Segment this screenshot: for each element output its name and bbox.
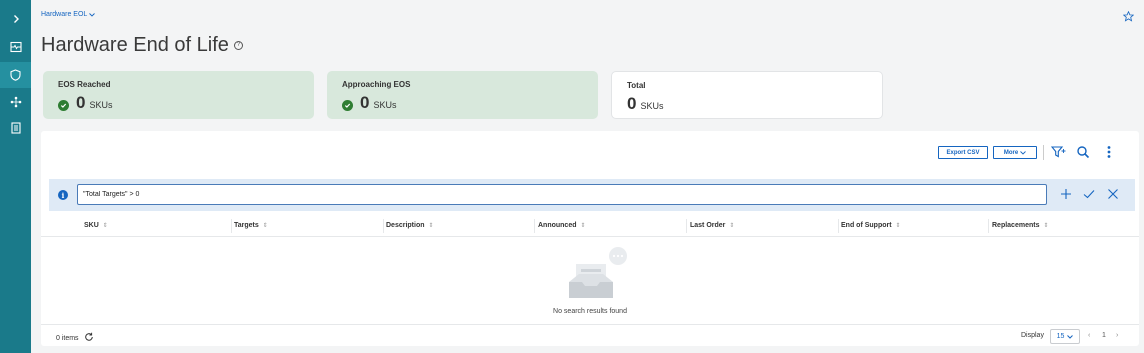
sort-icon: ⇕ [1043,223,1049,229]
filter-button[interactable] [1050,145,1067,164]
chevron-left-icon: ‹ [1088,332,1091,339]
card-label: Total [627,81,646,90]
column-divider [231,219,232,233]
toolbar-divider [1043,145,1044,160]
prev-page-button[interactable]: ‹ [1088,332,1090,339]
column-label: SKU [84,222,99,229]
check-circle-icon [342,100,353,111]
check-icon [1083,190,1095,199]
column-label: Last Order [690,222,726,229]
card-value: 0 [76,93,86,112]
next-page-button[interactable]: › [1116,332,1118,339]
sidebar-item-dashboard[interactable] [0,34,31,60]
report-icon [10,122,21,134]
info-icon[interactable]: i [58,190,68,200]
sort-icon: ⇕ [895,223,901,229]
add-icon [1061,189,1071,199]
card-value: 0 [360,93,370,112]
shield-icon [10,69,21,81]
chevron-down-icon [1067,334,1074,339]
column-label: End of Support [841,222,892,229]
search-button[interactable] [1076,145,1090,164]
column-label: Replacements [992,222,1040,229]
card-approaching-eos[interactable]: Approaching EOS 0 SKUs [327,71,598,119]
sort-icon: ⇕ [262,223,268,229]
filter-bar: i [49,179,1135,211]
breadcrumb[interactable]: Hardware EOL [41,11,96,18]
card-eos-reached[interactable]: EOS Reached 0 SKUs [43,71,314,119]
sort-icon: ⇕ [580,223,586,229]
column-label: Description [386,222,425,229]
chevron-right-icon [13,15,19,23]
export-csv-button[interactable]: Export CSV [938,146,988,159]
sidebar-item-reports[interactable] [0,115,31,141]
network-icon [10,96,21,108]
sort-icon: ⇕ [428,223,434,229]
column-divider [838,219,839,233]
star-icon [1122,10,1135,22]
page-size-value: 15 [1056,333,1065,340]
card-unit: SKUs [89,100,113,110]
column-header-last-order[interactable]: Last Order ⇕ [690,222,734,229]
sort-icon: ⇕ [102,223,108,229]
add-filter-button[interactable] [1059,187,1073,206]
refresh-icon [84,332,93,341]
favorite-button[interactable] [1122,9,1135,27]
more-button[interactable]: More [993,146,1037,159]
search-icon [1077,146,1090,159]
column-label: Announced [538,222,577,229]
dashboard-icon [9,41,22,53]
close-icon [1108,189,1118,199]
breadcrumb-label: Hardware EOL [41,11,88,18]
column-header-targets[interactable]: Targets ⇕ [234,222,268,229]
sort-icon: ⇕ [729,223,735,229]
card-label: EOS Reached [58,80,111,89]
sidebar [0,0,31,353]
sidebar-item-security[interactable] [0,62,31,88]
column-header-replacements[interactable]: Replacements ⇕ [992,222,1049,229]
column-header-description[interactable]: Description ⇕ [386,222,434,229]
clear-filter-button[interactable] [1106,187,1120,206]
column-header-sku[interactable]: SKU ⇕ [84,222,108,229]
column-header-end-of-support[interactable]: End of Support ⇕ [841,222,901,229]
check-circle-icon [58,100,69,111]
apply-filter-button[interactable] [1082,187,1096,206]
item-count: 0 items [56,332,94,344]
refresh-button[interactable] [84,332,94,344]
card-value: 0 [627,94,637,113]
page-title-text: Hardware End of Life [41,34,229,56]
table-footer: 0 items Display 15 ‹ 1 › [41,324,1139,346]
kebab-menu-icon [1107,146,1111,158]
more-label: More [1003,149,1019,156]
column-header-announced[interactable]: Announced ⇕ [538,222,586,229]
page-title: Hardware End of Life ? [41,34,243,57]
sidebar-expand-button[interactable] [0,6,31,32]
filter-icon [1050,146,1066,158]
column-divider [383,219,384,233]
export-csv-label: Export CSV [946,149,980,156]
card-unit: SKUs [373,100,397,110]
display-label: Display [1021,332,1044,339]
card-label: Approaching EOS [342,80,411,89]
chevron-down-icon [1020,150,1026,155]
column-label: Targets [234,222,259,229]
help-icon[interactable]: ? [233,41,243,50]
chevron-down-icon [89,12,96,17]
results-panel: Export CSV More i SKU⇕ Targets⇕ Descript… [41,131,1139,346]
column-divider [534,219,535,233]
chevron-right-icon: › [1116,332,1119,339]
sidebar-item-network[interactable] [0,89,31,115]
page-size-select[interactable]: 15 [1050,329,1080,344]
item-count-text: 0 items [56,334,79,342]
table-header: SKU ⇕ Targets ⇕ Description ⇕ Announced ⇕ La… [41,215,1139,237]
column-divider [988,219,989,233]
filter-query-input[interactable] [77,184,1047,205]
column-divider [686,219,687,233]
empty-inbox-icon [569,247,627,298]
empty-state-message: No search results found [553,308,627,315]
more-actions-button[interactable] [1106,145,1112,164]
card-unit: SKUs [640,101,664,111]
page-number[interactable]: 1 [1102,332,1106,339]
card-total[interactable]: Total 0 SKUs [611,71,883,119]
